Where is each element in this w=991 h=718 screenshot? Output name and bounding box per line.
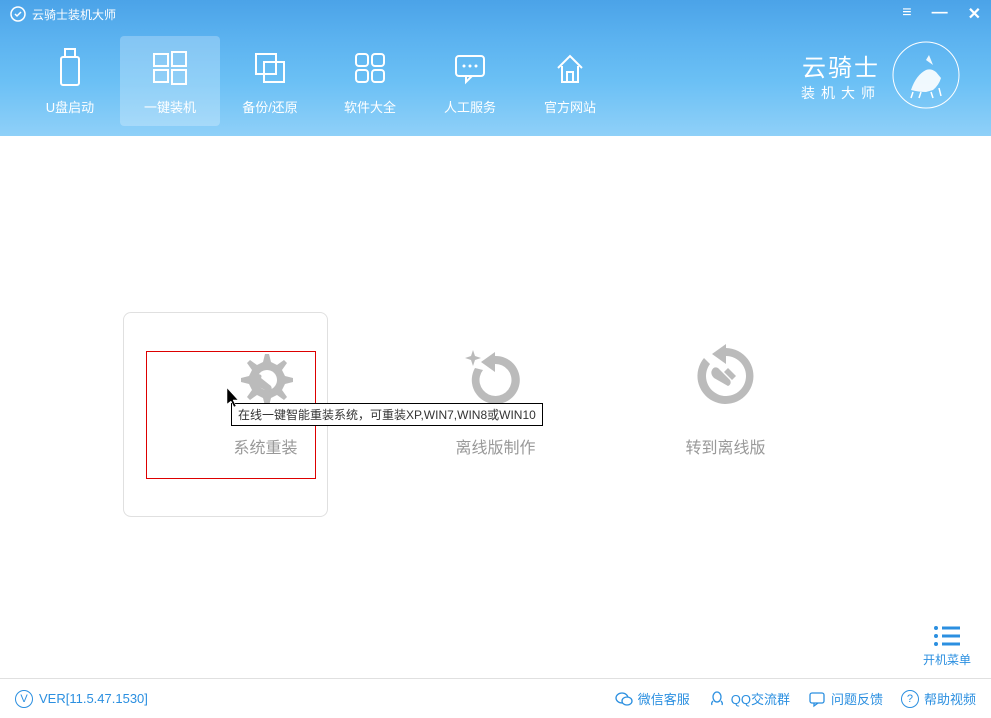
nav-label: 备份/还原	[242, 97, 298, 116]
feedback-icon	[808, 690, 826, 708]
help-icon: ?	[901, 690, 919, 708]
footer-qq[interactable]: QQ交流群	[708, 689, 790, 708]
knight-icon	[891, 40, 961, 110]
main-content: 系统重装 离线版制作	[0, 136, 991, 678]
nav-label: 软件大全	[344, 97, 396, 116]
link-label: 帮助视频	[924, 689, 976, 708]
nav-label: 一键装机	[144, 97, 196, 116]
tooltip: 在线一键智能重装系统，可重装XP,WIN7,WIN8或WIN10	[231, 403, 543, 426]
option-goto-offline[interactable]: 转到离线版	[686, 336, 766, 458]
footer-help[interactable]: ? 帮助视频	[901, 689, 976, 708]
mouse-cursor	[227, 388, 241, 413]
version-text: VER[11.5.47.1530]	[39, 691, 148, 706]
qq-icon	[708, 690, 726, 708]
link-label: QQ交流群	[731, 689, 790, 708]
header: 云骑士装机大师 ≡ — ✕ U盘启动 一键装机 备份/还原	[0, 0, 991, 136]
usb-icon	[55, 47, 85, 89]
option-label: 转到离线版	[686, 434, 766, 458]
windows-icon	[150, 47, 190, 89]
window-controls: ≡ — ✕	[902, 4, 981, 24]
brand-title: 云骑士	[802, 48, 880, 83]
nav-label: 人工服务	[444, 97, 496, 116]
window-title: 云骑士装机大师	[32, 6, 116, 23]
version-icon: V	[15, 690, 33, 708]
app-icon	[10, 6, 26, 22]
footer: V VER[11.5.47.1530] 微信客服 QQ交流群 问题反馈 ? 帮助…	[0, 678, 991, 718]
close-button[interactable]: ✕	[968, 4, 981, 24]
apps-icon	[350, 47, 390, 89]
wechat-icon	[615, 690, 633, 708]
nav-usb-boot[interactable]: U盘启动	[20, 36, 120, 126]
brand-subtitle: 装机大师	[801, 83, 881, 103]
copy-icon	[250, 47, 290, 89]
list-icon	[933, 625, 961, 647]
home-icon	[550, 47, 590, 89]
option-label: 离线版制作	[455, 434, 535, 458]
nav-backup-restore[interactable]: 备份/还原	[220, 36, 320, 126]
boot-menu-label: 开机菜单	[923, 651, 971, 668]
titlebar: 云骑士装机大师 ≡ — ✕	[0, 0, 991, 28]
chat-icon	[450, 47, 490, 89]
nav-label: U盘启动	[46, 97, 94, 116]
circle-tools-icon	[686, 336, 766, 416]
version-info[interactable]: V VER[11.5.47.1530]	[15, 690, 148, 708]
nav-official-site[interactable]: 官方网站	[520, 36, 620, 126]
menu-button[interactable]: ≡	[902, 4, 911, 24]
option-offline-make[interactable]: 离线版制作	[455, 336, 535, 458]
link-label: 问题反馈	[831, 689, 883, 708]
brand-logo: 云骑士 装机大师	[801, 40, 961, 110]
link-label: 微信客服	[638, 689, 690, 708]
minimize-button[interactable]: —	[932, 4, 948, 24]
boot-menu-button[interactable]: 开机菜单	[923, 625, 971, 668]
nav-label: 官方网站	[544, 97, 596, 116]
footer-wechat[interactable]: 微信客服	[615, 689, 690, 708]
nav-one-click-install[interactable]: 一键装机	[120, 36, 220, 126]
nav-support[interactable]: 人工服务	[420, 36, 520, 126]
nav-software[interactable]: 软件大全	[320, 36, 420, 126]
footer-feedback[interactable]: 问题反馈	[808, 689, 883, 708]
